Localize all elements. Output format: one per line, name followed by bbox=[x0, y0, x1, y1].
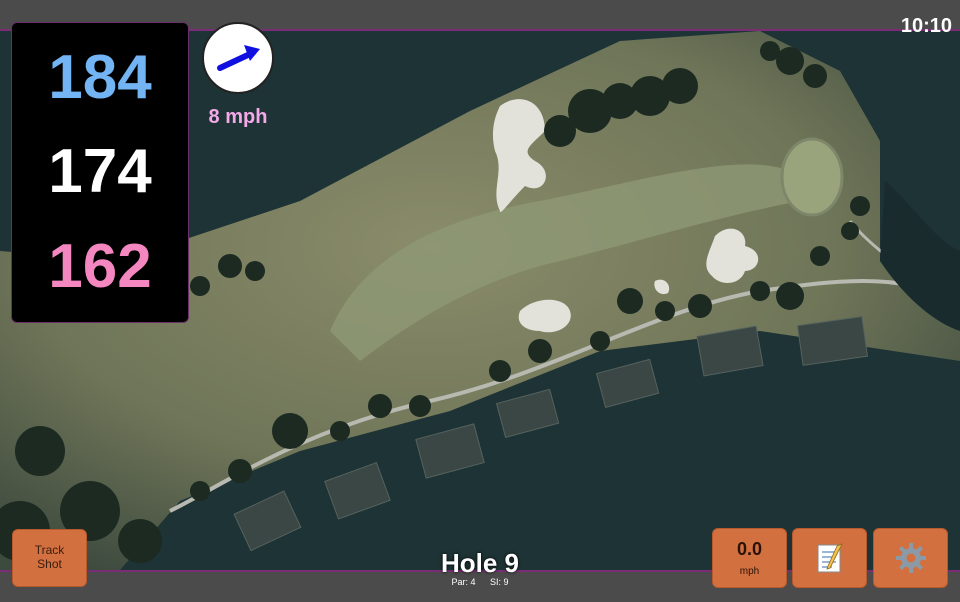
settings-button[interactable] bbox=[873, 528, 948, 588]
track-shot-label-line1: Track bbox=[34, 543, 65, 558]
notes-button[interactable] bbox=[792, 528, 867, 588]
front-distance: 162 bbox=[48, 231, 152, 301]
wind-indicator bbox=[202, 22, 274, 94]
clock-time: 10:10 bbox=[900, 15, 952, 37]
speed-unit: mph bbox=[739, 566, 760, 577]
notepad-icon bbox=[817, 543, 843, 573]
distance-panel: 184 174 162 bbox=[11, 22, 189, 323]
speed-value: 0.0 bbox=[736, 539, 763, 559]
speed-button[interactable]: 0.0 mph bbox=[712, 528, 787, 588]
track-shot-button[interactable]: Track Shot bbox=[12, 529, 87, 587]
middle-distance: 174 bbox=[48, 137, 152, 207]
track-shot-label-line2: Shot bbox=[37, 557, 62, 571]
hole-info: Par: 4 SI: 9 bbox=[380, 577, 580, 587]
hole-title: Hole 9 bbox=[440, 548, 520, 578]
hole-stroke-index: SI: 9 bbox=[490, 577, 509, 587]
gear-icon bbox=[895, 543, 926, 573]
hole-par: Par: 4 bbox=[451, 577, 476, 587]
wind-speed: 8 mph bbox=[208, 106, 268, 128]
wind-direction-arrow-icon bbox=[217, 45, 260, 71]
back-distance: 184 bbox=[48, 43, 152, 113]
